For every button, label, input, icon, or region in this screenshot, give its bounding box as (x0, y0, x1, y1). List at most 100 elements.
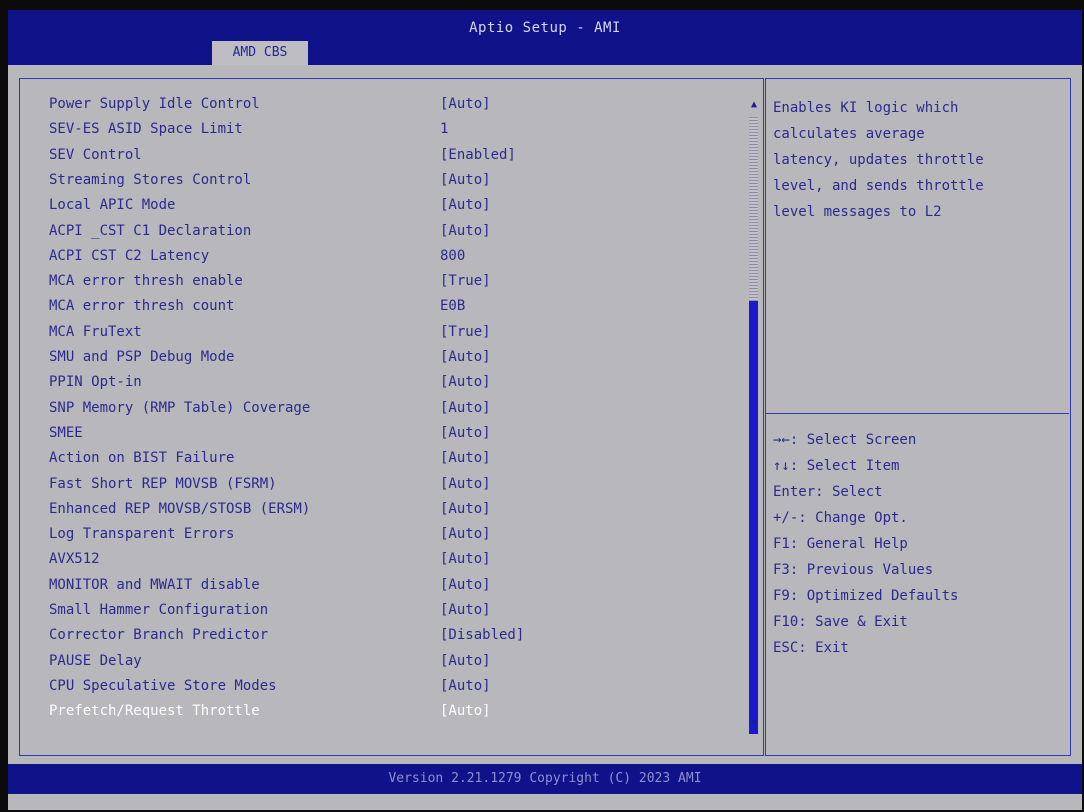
scroll-up-icon[interactable]: ▲ (748, 99, 760, 111)
help-text-line: latency, updates throttle (773, 152, 984, 168)
header-bar: Aptio Setup - AMI AMD CBS (8, 10, 1082, 65)
help-text-line: calculates average (773, 126, 925, 142)
setting-value[interactable]: [Auto] (440, 167, 491, 193)
setting-label: SNP Memory (RMP Table) Coverage (49, 399, 311, 416)
setting-row[interactable]: SEV Control [Enabled] (20, 142, 740, 168)
setting-value[interactable]: 800 (440, 243, 465, 269)
key-hint: +/-: Change Opt. (773, 510, 908, 526)
setting-row[interactable]: MCA error thresh enable [True] (20, 268, 740, 294)
setting-row[interactable]: Small Hammer Configuration [Auto] (20, 597, 740, 623)
setting-row[interactable]: CPU Speculative Store Modes [Auto] (20, 673, 740, 699)
scroll-down-icon[interactable]: ▼ (748, 718, 760, 730)
setting-value[interactable]: [Auto] (440, 572, 491, 598)
setting-row[interactable]: Log Transparent Errors [Auto] (20, 521, 740, 547)
setting-label: AVX512 (49, 551, 100, 568)
setting-label: Enhanced REP MOVSB/STOSB (ERSM) (49, 500, 311, 517)
setting-value[interactable]: [Auto] (440, 344, 491, 370)
setting-row[interactable]: SNP Memory (RMP Table) Coverage [Auto] (20, 395, 740, 421)
setting-label: PPIN Opt-in (49, 374, 142, 391)
setting-value[interactable]: [Auto] (440, 521, 491, 547)
setting-value[interactable]: [Auto] (440, 445, 491, 471)
setting-row[interactable]: Enhanced REP MOVSB/STOSB (ERSM) [Auto] (20, 496, 740, 522)
setting-value[interactable]: [Auto] (440, 597, 491, 623)
setting-row[interactable]: ACPI CST C2 Latency 800 (20, 243, 740, 269)
setting-label: MCA error thresh enable (49, 273, 243, 290)
help-panel: Enables KI logic which calculates average… (765, 78, 1071, 756)
setting-row[interactable]: MONITOR and MWAIT disable [Auto] (20, 572, 740, 598)
setting-value[interactable]: [Auto] (440, 546, 491, 572)
setting-label: PAUSE Delay (49, 652, 142, 669)
setting-value[interactable]: [Auto] (440, 91, 491, 117)
setting-label: SEV-ES ASID Space Limit (49, 121, 243, 138)
setting-label: ACPI _CST C1 Declaration (49, 222, 252, 239)
setup-title: Aptio Setup - AMI (469, 20, 621, 36)
setting-row[interactable]: Corrector Branch Predictor [Disabled] (20, 622, 740, 648)
help-description: Enables KI logic which calculates average… (773, 95, 1063, 225)
setting-value[interactable]: [Auto] (440, 420, 491, 446)
key-hint: F10: Save & Exit (773, 614, 908, 630)
key-hint: F3: Previous Values (773, 562, 934, 578)
settings-panel: Power Supply Idle Control [Auto] SEV-ES AS… (19, 78, 764, 756)
setting-value[interactable]: [Auto] (440, 369, 491, 395)
setting-row[interactable]: Action on BIST Failure [Auto] (20, 445, 740, 471)
setting-row[interactable]: MCA FruText [True] (20, 319, 740, 345)
key-hint: ESC: Exit (773, 640, 849, 656)
setting-row[interactable]: SMU and PSP Debug Mode [Auto] (20, 344, 740, 370)
setting-value[interactable]: [Disabled] (440, 622, 524, 648)
key-hint: →←: Select Screen (773, 432, 917, 448)
setting-value[interactable]: E0B (440, 293, 465, 319)
setting-row[interactable]: PPIN Opt-in [Auto] (20, 369, 740, 395)
setting-value[interactable]: [Auto] (440, 471, 491, 497)
scrollbar-thumb[interactable] (749, 301, 758, 734)
setting-label: Log Transparent Errors (49, 526, 235, 543)
setting-value[interactable]: [Auto] (440, 648, 491, 674)
setting-label: SMU and PSP Debug Mode (49, 349, 235, 365)
setting-row[interactable]: ACPI _CST C1 Declaration [Auto] (20, 218, 740, 244)
setting-value[interactable]: 1 (440, 116, 448, 142)
setting-label: Action on BIST Failure (49, 450, 235, 467)
setting-label: Fast Short REP MOVSB (FSRM) (49, 475, 277, 492)
setting-label: Small Hammer Configuration (49, 602, 269, 618)
setting-row[interactable]: MCA error thresh count E0B (20, 293, 740, 319)
setting-label: Local APIC Mode (49, 197, 176, 214)
setting-value[interactable]: [Auto] (440, 673, 491, 699)
setting-value[interactable]: [Auto] (440, 698, 491, 724)
setting-value[interactable]: [True] (440, 319, 491, 345)
setting-row[interactable]: Local APIC Mode [Auto] (20, 192, 740, 218)
setting-row[interactable]: Fast Short REP MOVSB (FSRM) [Auto] (20, 471, 740, 497)
setting-row[interactable]: SEV-ES ASID Space Limit 1 (20, 116, 740, 142)
setting-value[interactable]: [Auto] (440, 218, 491, 244)
key-hint: F9: Optimized Defaults (773, 588, 959, 604)
setting-label: Power Supply Idle Control (49, 96, 260, 112)
setting-label: MCA error thresh count (49, 298, 235, 315)
setting-row[interactable]: Power Supply Idle Control [Auto] (20, 91, 740, 117)
bios-screen: Aptio Setup - AMI AMD CBS Power Supply I… (8, 10, 1082, 810)
setting-label: CPU Speculative Store Modes (49, 677, 277, 694)
setting-value[interactable]: [True] (440, 268, 491, 294)
help-divider (766, 413, 1069, 414)
version-footer: Version 2.21.1279 Copyright (C) 2023 AMI (8, 764, 1082, 794)
scrollbar-track[interactable] (749, 117, 758, 301)
key-legend: →←: Select Screen ↑↓: Select Item Enter: S… (773, 427, 1063, 661)
setting-value[interactable]: [Auto] (440, 496, 491, 522)
setting-row[interactable]: PAUSE Delay [Auto] (20, 648, 740, 674)
setting-label: SEV Control (49, 146, 142, 163)
setting-row[interactable]: Prefetch/Request Throttle [Auto] (20, 698, 740, 724)
help-text-line: Enables KI logic which (773, 100, 959, 116)
setting-label: Prefetch/Request Throttle (49, 703, 260, 720)
setting-label: SMEE (49, 424, 83, 441)
setting-value[interactable]: [Auto] (440, 192, 491, 218)
setting-value[interactable]: [Auto] (440, 395, 491, 421)
tab-amd-cbs[interactable]: AMD CBS (212, 41, 308, 65)
setting-row[interactable]: SMEE [Auto] (20, 420, 740, 446)
help-text-line: level, and sends throttle (773, 178, 984, 194)
key-hint: ↑↓: Select Item (773, 458, 900, 474)
setting-label: Streaming Stores Control (49, 171, 252, 188)
setting-value[interactable]: [Enabled] (440, 142, 516, 168)
key-hint: F1: General Help (773, 536, 908, 552)
setting-label: MCA FruText (49, 323, 142, 340)
setting-row[interactable]: Streaming Stores Control [Auto] (20, 167, 740, 193)
setting-row[interactable]: AVX512 [Auto] (20, 546, 740, 572)
help-text-line: level messages to L2 (773, 204, 942, 220)
setting-label: Corrector Branch Predictor (49, 627, 269, 644)
